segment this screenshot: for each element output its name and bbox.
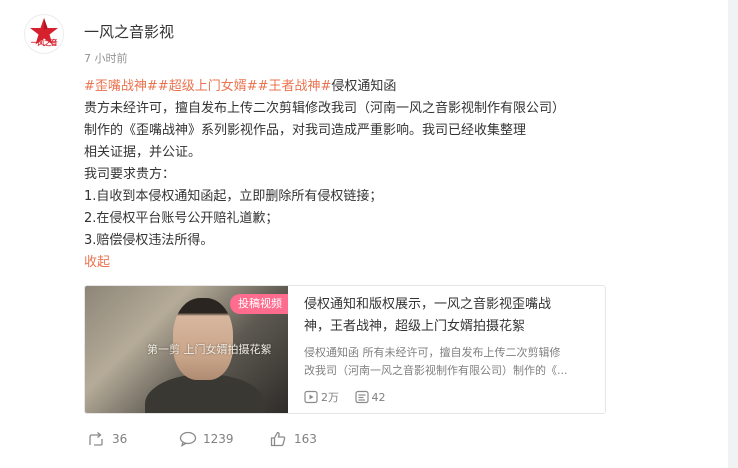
video-thumbnail[interactable]: 第一剪 上门女婿拍摄花絮 投稿视频 [85, 286, 288, 413]
danmaku-count: 42 [371, 391, 386, 404]
video-title[interactable]: 侵权通知和版权展示，一风之音影视歪嘴战 神，王者战神，超级上门女婿拍摄花絮 [304, 294, 594, 338]
star-logo-icon [30, 18, 58, 45]
post-card: 一风之音 一风之音影视 7 小时前 #歪嘴战神##超级上门女婿##王者战神#侵权… [0, 0, 728, 468]
post-text-line: 3.赔偿侵权违法所得。 [84, 233, 214, 248]
repost-button[interactable]: 36 [88, 430, 148, 448]
danmaku-count-stat: 42 [354, 390, 386, 406]
video-description-line: 改我司（河南一风之音影视制作有限公司）制作的《... [304, 364, 568, 377]
play-count-stat: 2万 [304, 390, 339, 406]
play-icon [304, 390, 318, 404]
post-text-line: 相关证据，并公证。 [84, 145, 202, 160]
post-text-line: 制作的《歪嘴战神》系列影视作品，对我司造成严重影响。我司已经收集整理 [84, 123, 527, 138]
post-text-line: 贵方未经许可，擅自发布上传二次剪辑修改我司（河南一风之音影视制作有限公司） [84, 101, 566, 116]
comment-button[interactable]: 1239 [179, 430, 259, 448]
hashtag-link[interactable]: #超级上门女婿# [158, 79, 258, 94]
avatar[interactable]: 一风之音 [24, 14, 64, 54]
hashtag-link[interactable]: #王者战神# [258, 79, 332, 94]
video-type-badge: 投稿视频 [230, 294, 288, 314]
post-body: #歪嘴战神##超级上门女婿##王者战神#侵权通知函 贵方未经许可，擅自发布上传二… [84, 76, 644, 274]
thumbnail-caption: 第一剪 上门女婿拍摄花絮 [147, 343, 272, 356]
video-card[interactable]: 第一剪 上门女婿拍摄花絮 投稿视频 侵权通知和版权展示，一风之音影视歪嘴战 神，… [84, 285, 606, 414]
repost-count: 36 [112, 432, 128, 446]
like-count: 163 [294, 432, 317, 446]
page: 一风之音 一风之音影视 7 小时前 #歪嘴战神##超级上门女婿##王者战神#侵权… [0, 0, 738, 468]
post-text-line: 2.在侵权平台账号公开赔礼道歉； [84, 211, 279, 226]
repost-icon [89, 432, 103, 446]
video-description: 侵权通知函 所有未经许可，擅自发布上传二次剪辑修 改我司（河南一风之音影视制作有… [304, 344, 594, 380]
video-title-line: 神，王者战神，超级上门女婿拍摄花絮 [304, 319, 526, 334]
video-description-line: 侵权通知函 所有未经许可，擅自发布上传二次剪辑修 [304, 346, 561, 359]
thumbs-up-icon [270, 431, 286, 447]
collapse-line: 收起 [84, 252, 644, 274]
like-button[interactable]: 163 [270, 430, 340, 448]
post-headline-line: #歪嘴战神##超级上门女婿##王者战神#侵权通知函 [84, 76, 644, 98]
user-name[interactable]: 一风之音影视 [84, 22, 174, 42]
video-title-line: 侵权通知和版权展示，一风之音影视歪嘴战 [304, 297, 552, 312]
comment-icon [179, 431, 197, 447]
post-time[interactable]: 7 小时前 [84, 52, 128, 66]
thumbnail-figure-face [173, 298, 233, 380]
video-stats: 2万 42 [304, 390, 398, 406]
post-text-line: 1.自收到本侵权通知函起，立即删除所有侵权链接； [84, 189, 383, 204]
post-text-line: 我司要求贵方： [84, 167, 176, 182]
comment-count: 1239 [203, 432, 234, 446]
danmaku-icon [354, 390, 369, 404]
avatar-brand-text: 一风之音 [31, 39, 58, 47]
hashtag-link[interactable]: #歪嘴战神# [84, 79, 158, 94]
collapse-link[interactable]: 收起 [84, 255, 110, 270]
post-headline: 侵权通知函 [331, 79, 397, 94]
play-count: 2万 [321, 391, 339, 404]
